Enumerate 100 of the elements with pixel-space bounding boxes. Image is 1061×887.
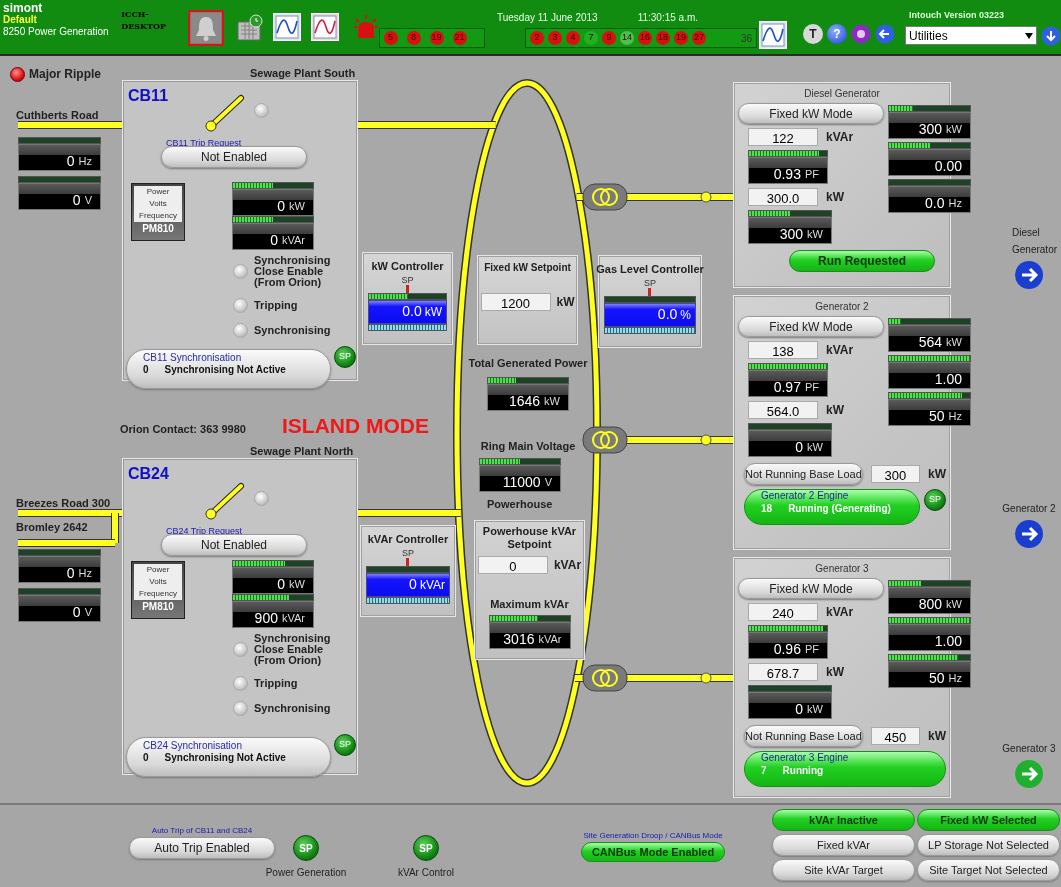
meter-reading: 0 Hz: [18, 144, 101, 171]
meter-reading: 300 kW: [888, 112, 971, 139]
breaker-title: CB24: [128, 464, 169, 484]
sp-caption: Power Generation: [265, 866, 347, 880]
device-description: Power Volts Frequency: [134, 186, 182, 222]
meter-reading: 0.93 PF: [748, 157, 828, 184]
engine-status-text: Running: [782, 764, 824, 778]
controller-reading: 0 kVAr: [366, 572, 450, 597]
meter-reading: 800 kW: [888, 587, 971, 614]
road-label: Breezes Road 300: [16, 496, 111, 511]
kw-setpoint-field[interactable]: 678.7: [748, 663, 818, 681]
trend-chart-icon[interactable]: [272, 13, 301, 41]
max-kvar-title: Maximum kVAr: [490, 597, 569, 612]
meter-reading: 3016 kVAr: [488, 621, 571, 649]
base-load-field[interactable]: 450: [870, 727, 920, 745]
meter-reading: 0 kVAr: [232, 223, 314, 250]
engine-code: 7: [761, 764, 767, 778]
indicator-label: Tripping: [254, 678, 299, 689]
version-text: Intouch Version 03223: [908, 9, 1006, 22]
breaker-switch-icon[interactable]: [203, 94, 247, 134]
meter-reading: 0.96 PF: [748, 632, 828, 659]
sync-label: CB11 Synchronisation: [143, 352, 243, 364]
unit-label: kVAr: [553, 557, 582, 574]
road-label: Cuthberts Road: [16, 108, 99, 123]
meter-reading: 0.97 PF: [748, 370, 828, 397]
mode-button[interactable]: Site Target Not Selected: [917, 859, 1060, 881]
unit-label: kVAr: [826, 604, 854, 621]
kvar-setpoint-field[interactable]: 240: [748, 603, 818, 621]
user-name: simont: [3, 2, 44, 14]
meter-reading: 300 kW: [748, 217, 832, 244]
base-load-field[interactable]: 300: [870, 465, 920, 483]
calendar-clock-icon[interactable]: [234, 13, 265, 43]
utilities-dropdown[interactable]: Utilities: [905, 26, 1037, 45]
trend-chart-icon[interactable]: [759, 21, 787, 49]
meter-reading: 0.00: [888, 149, 971, 176]
total-power-title: Total Generated Power: [468, 356, 588, 371]
mode-button[interactable]: Fixed kW Selected: [917, 809, 1060, 831]
controller-title: kVAr Controller: [367, 532, 449, 547]
generator-nav-label: Diesel Generator: [1011, 226, 1059, 257]
engine-code: 18: [761, 502, 773, 516]
kvar-setpoint-field[interactable]: 0: [477, 556, 548, 574]
base-load-button[interactable]: Not Running Base Load: [744, 463, 863, 485]
time-text: 11:30:15 a.m.: [637, 11, 699, 25]
controller-reading: 0.0 kW: [368, 299, 447, 324]
generator-title: Generator 2: [814, 300, 870, 314]
meter-reading: 0 kW: [748, 692, 832, 719]
trend-chart-icon[interactable]: [310, 13, 339, 41]
bell-icon[interactable]: [187, 10, 224, 46]
indicator-label: Synchronising: [254, 325, 332, 336]
meter-reading: 1.00: [888, 624, 971, 651]
trip-request-button[interactable]: Not Enabled: [161, 146, 307, 168]
setpoint-marker: [406, 557, 410, 566]
node-name: ICCH-DESKTOP: [121, 8, 167, 32]
plant-label: Sewage Plant North: [250, 444, 354, 459]
mode-button[interactable]: LP Storage Not Selected: [917, 834, 1060, 856]
mode-button[interactable]: Fixed kW Mode: [738, 578, 884, 599]
meter-reading: 0 V: [18, 595, 101, 622]
auto-trip-button[interactable]: Auto Trip Enabled: [129, 837, 275, 859]
meter-reading: 1646 kW: [487, 384, 569, 411]
mode-button[interactable]: Fixed kVAr: [772, 834, 915, 856]
unit-label: kW: [826, 402, 844, 419]
mode-button[interactable]: Site kVAr Target: [772, 859, 915, 881]
kw-setpoint-field[interactable]: 564.0: [748, 401, 818, 419]
setpoint-label: SP: [644, 277, 656, 288]
indicator-label: Synchronising Close Enable (From Orion): [254, 633, 332, 666]
dropdown-caret-icon[interactable]: [1025, 32, 1033, 39]
sp-caption: kVAr Control: [398, 866, 454, 880]
alarm-count[interactable]: 14: [620, 31, 634, 45]
indicator-label: Tripping: [254, 300, 299, 311]
kw-setpoint-field[interactable]: 300.0: [748, 188, 818, 206]
tool-button[interactable]: T: [803, 24, 823, 44]
meter-reading: 50 Hz: [888, 399, 971, 426]
base-load-button[interactable]: Not Running Base Load: [744, 725, 863, 747]
mode-button[interactable]: Fixed kW Mode: [738, 316, 884, 337]
sync-status-text: Synchronising Not Active: [164, 364, 286, 376]
ring-caption: Powerhouse: [487, 497, 553, 512]
sync-code: 0: [143, 752, 149, 764]
kw-setpoint-field[interactable]: 1200: [480, 293, 551, 311]
mode-button[interactable]: kVAr Inactive: [772, 809, 915, 831]
meter-reading: 0 kW: [232, 567, 314, 594]
setpoint-marker: [648, 287, 652, 296]
sphere-icon[interactable]: [851, 24, 871, 44]
meter-reading: 0 kW: [748, 430, 832, 457]
setpoint-label: SP: [402, 547, 414, 558]
breaker-switch-icon[interactable]: [203, 482, 247, 522]
sync-status-text: Synchronising Not Active: [164, 752, 286, 764]
orion-contact: Orion Contact: 363 9980: [120, 422, 246, 437]
ring-voltage-title: Ring Main Voltage: [479, 439, 577, 454]
trip-request-button[interactable]: Not Enabled: [161, 534, 307, 556]
run-status-button[interactable]: Run Requested: [789, 250, 935, 272]
road-label: Bromley 2642: [16, 520, 88, 535]
kvar-setpoint-field[interactable]: 122: [748, 128, 818, 146]
kvar-setpoint-field[interactable]: 138: [748, 341, 818, 359]
droop-mode-label: Site Generation Droop / CANBus Mode: [583, 830, 723, 842]
canbus-mode-button[interactable]: CANBus Mode Enabled: [581, 842, 725, 862]
mode-button[interactable]: Fixed kW Mode: [738, 103, 884, 124]
sync-label: CB24 Synchronisation: [143, 740, 243, 752]
indicator-label: Synchronising: [254, 703, 332, 714]
meter-reading: 0 kW: [232, 189, 314, 216]
alarm-count[interactable]: 7: [584, 31, 598, 45]
